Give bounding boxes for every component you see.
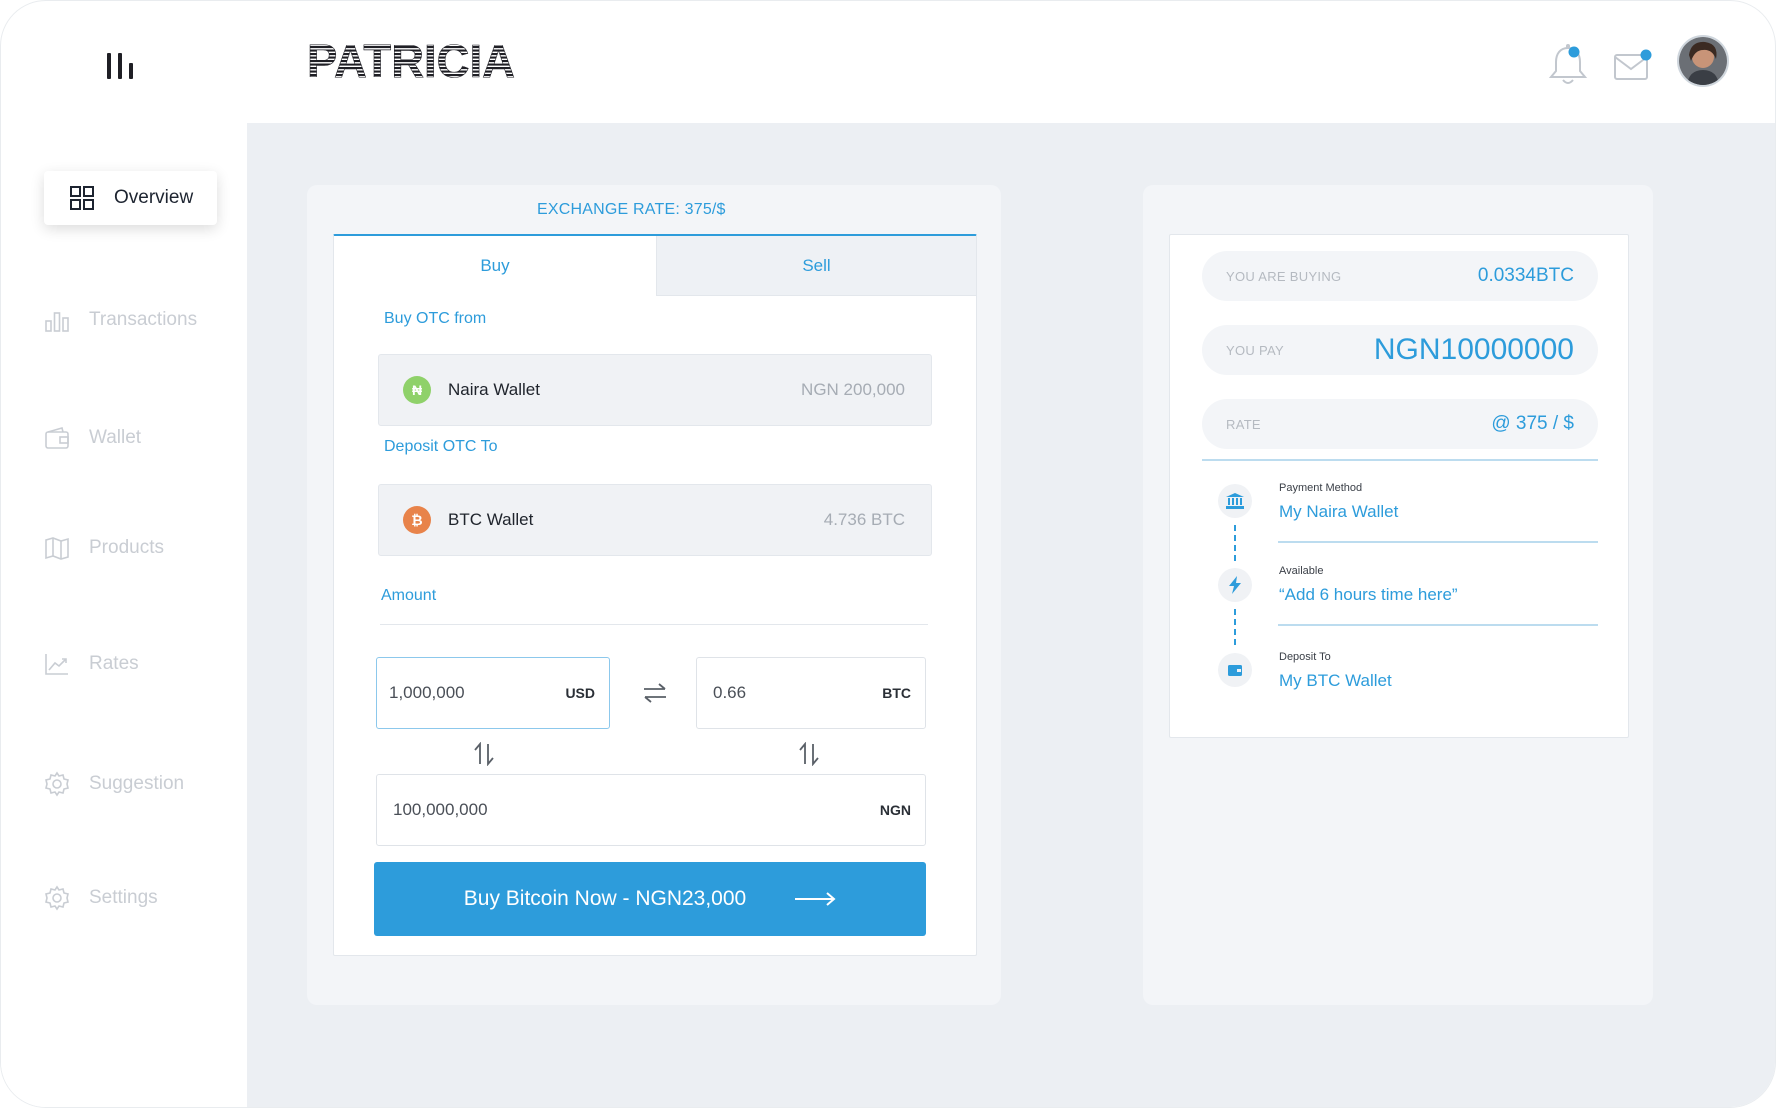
trend-icon bbox=[43, 650, 71, 678]
to-wallet-balance: 4.736 BTC bbox=[823, 510, 905, 529]
ngn-amount-value: 100,000,000 bbox=[393, 800, 488, 819]
sidebar-item-rates[interactable]: Rates bbox=[43, 637, 139, 691]
deposit-to-label: Deposit OTC To bbox=[384, 438, 498, 455]
step-connector bbox=[1234, 525, 1236, 561]
bell-icon[interactable] bbox=[1547, 43, 1589, 87]
tab-buy[interactable]: Buy bbox=[334, 236, 656, 296]
lightning-icon bbox=[1218, 568, 1252, 602]
sidebar-item-label: Settings bbox=[89, 887, 158, 908]
bitcoin-coin-icon: ₿ bbox=[403, 506, 431, 534]
payment-method-label: Payment Method bbox=[1279, 482, 1363, 494]
from-wallet-name: Naira Wallet bbox=[448, 380, 540, 399]
to-wallet-select[interactable]: ₿ BTC Wallet 4.736 BTC bbox=[378, 484, 932, 556]
summary-pay-label: YOU PAY bbox=[1226, 342, 1284, 358]
sidebar-item-label: Rates bbox=[89, 653, 139, 674]
mail-icon[interactable] bbox=[1613, 49, 1653, 81]
payment-method-value[interactable]: My Naira Wallet bbox=[1279, 502, 1398, 522]
user-avatar[interactable] bbox=[1677, 35, 1729, 87]
summary-buying-value: 0.0334BTC bbox=[1477, 265, 1574, 286]
summary-divider bbox=[1202, 459, 1598, 461]
swap-vertical-icon[interactable] bbox=[473, 742, 495, 766]
swap-horizontal-icon[interactable] bbox=[642, 682, 668, 704]
sidebar-item-label: Wallet bbox=[89, 427, 142, 448]
ngn-currency-label: NGN bbox=[879, 802, 911, 818]
order-summary: YOU ARE BUYING 0.0334BTC YOU PAY NGN1000… bbox=[1169, 234, 1629, 738]
map-icon bbox=[43, 534, 71, 562]
summary-rate-row: RATE @ 375 / $ bbox=[1202, 399, 1598, 449]
amount-label: Amount bbox=[381, 587, 437, 604]
arrow-right-icon bbox=[795, 892, 836, 906]
bank-icon bbox=[1218, 484, 1252, 518]
sidebar-item-overview[interactable]: Overview bbox=[44, 171, 217, 225]
wallet-icon bbox=[1218, 653, 1252, 687]
from-wallet-select[interactable]: ₦ Naira Wallet NGN 200,000 bbox=[378, 354, 932, 426]
summary-pay-value: NGN10000000 bbox=[1373, 333, 1574, 366]
summary-pay-row: YOU PAY NGN10000000 bbox=[1202, 325, 1598, 375]
step-connector bbox=[1234, 609, 1236, 645]
buy-from-label: Buy OTC from bbox=[384, 310, 487, 327]
sidebar-item-transactions[interactable]: Transactions bbox=[43, 293, 197, 347]
summary-rate-label: RATE bbox=[1226, 416, 1261, 432]
available-value: “Add 6 hours time here” bbox=[1279, 585, 1458, 604]
buy-bitcoin-button[interactable]: Buy Bitcoin Now - NGN23,000 bbox=[374, 862, 926, 936]
buy-bitcoin-label: Buy Bitcoin Now - NGN23,000 bbox=[463, 887, 747, 910]
usd-amount-input[interactable]: 1,000,000 USD bbox=[376, 657, 610, 729]
from-wallet-balance: NGN 200,000 bbox=[801, 380, 905, 399]
btc-amount-input[interactable]: 0.66 BTC bbox=[696, 657, 926, 729]
step-divider bbox=[1278, 624, 1598, 626]
naira-coin-icon: ₦ bbox=[403, 376, 431, 404]
swap-vertical-icon[interactable] bbox=[798, 742, 820, 766]
usd-amount-value: 1,000,000 bbox=[389, 683, 465, 702]
tab-sell[interactable]: Sell bbox=[656, 236, 976, 296]
amount-divider bbox=[380, 624, 928, 625]
svg-text:PATRICIA: PATRICIA bbox=[307, 39, 515, 83]
usd-currency-label: USD bbox=[565, 685, 595, 701]
gear-icon bbox=[43, 884, 71, 912]
sidebar-item-label: Products bbox=[89, 537, 164, 558]
deposit-to-summary-label: Deposit To bbox=[1279, 651, 1331, 663]
sidebar-item-label: Transactions bbox=[89, 309, 198, 330]
patricia-logo[interactable]: PATRICIA bbox=[307, 39, 517, 83]
ngn-amount-input[interactable]: 100,000,000 NGN bbox=[376, 774, 926, 846]
grid-icon bbox=[68, 184, 96, 212]
sidebar-item-settings[interactable]: Settings bbox=[43, 871, 158, 925]
deposit-to-summary-value[interactable]: My BTC Wallet bbox=[1279, 671, 1392, 691]
trade-panel: Buy Sell Buy OTC from ₦ Naira Wallet NGN… bbox=[333, 234, 977, 956]
sidebar bbox=[1, 123, 247, 1107]
step-divider bbox=[1278, 541, 1598, 543]
sidebar-item-products[interactable]: Products bbox=[43, 521, 164, 575]
summary-buying-label: YOU ARE BUYING bbox=[1226, 268, 1342, 284]
exchange-rate: EXCHANGE RATE: 375/$ bbox=[537, 201, 726, 218]
to-wallet-name: BTC Wallet bbox=[448, 510, 534, 529]
summary-rate-value: @ 375 / $ bbox=[1491, 413, 1574, 434]
wallet-icon bbox=[43, 424, 71, 452]
app-frame: PATRICIA Overview Transactions Wallet Pr… bbox=[0, 0, 1776, 1108]
btc-currency-label: BTC bbox=[882, 685, 911, 701]
sidebar-item-label: Overview bbox=[114, 187, 194, 208]
sidebar-item-wallet[interactable]: Wallet bbox=[43, 411, 141, 465]
sidebar-item-suggestion[interactable]: Suggestion bbox=[43, 757, 184, 811]
sidebar-item-label: Suggestion bbox=[89, 773, 185, 794]
gear-icon bbox=[43, 770, 71, 798]
btc-amount-value: 0.66 bbox=[713, 683, 747, 702]
menu-icon[interactable] bbox=[107, 51, 141, 79]
available-label: Available bbox=[1279, 565, 1324, 577]
summary-buying-row: YOU ARE BUYING 0.0334BTC bbox=[1202, 251, 1598, 301]
bar-chart-icon bbox=[43, 306, 71, 334]
